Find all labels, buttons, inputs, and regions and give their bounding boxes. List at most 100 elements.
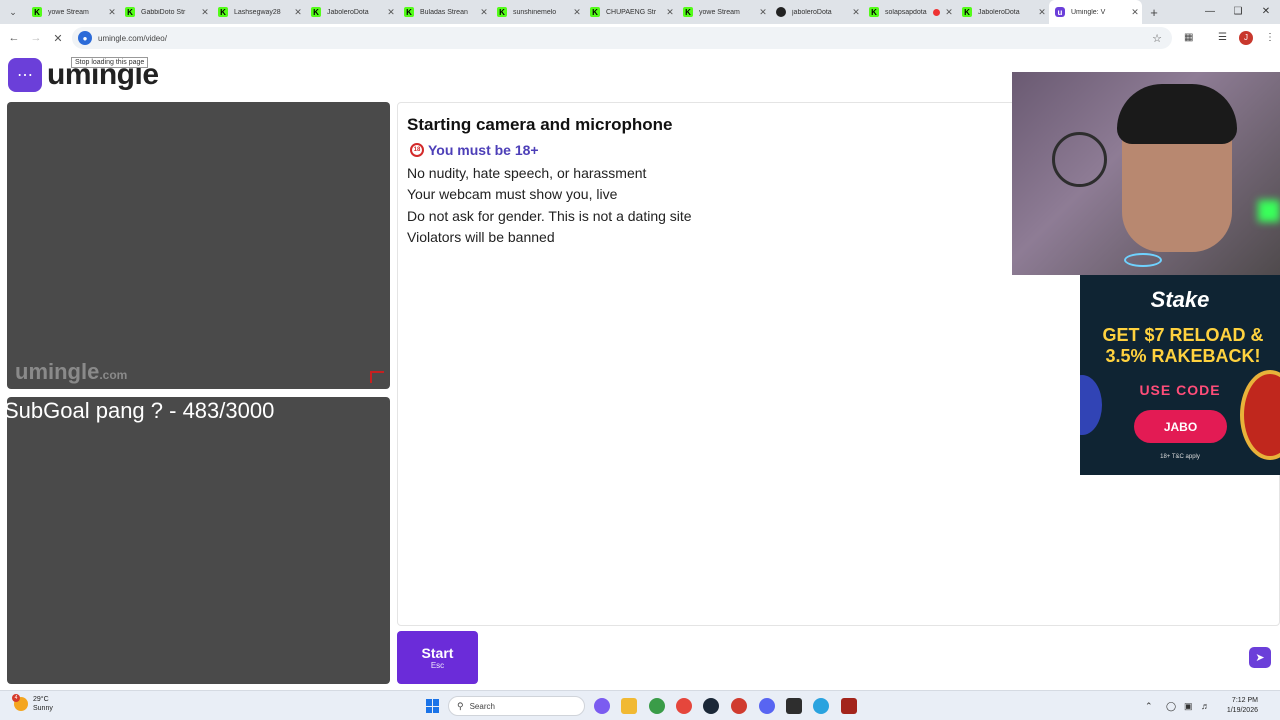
kick-icon: K <box>404 7 414 17</box>
dota-icon[interactable] <box>841 698 857 714</box>
bookmark-star-icon[interactable]: ☆ <box>1152 32 1162 45</box>
watermark-suffix: .com <box>99 368 128 382</box>
chrome-alt-icon[interactable] <box>731 698 747 714</box>
ad-code-button[interactable]: JABO <box>1134 410 1227 443</box>
browser-tab[interactable]: K GabbiDoto Str ✕ <box>119 0 212 24</box>
omnibox[interactable]: ● umingle.com/video/ ☆ <box>72 27 1172 49</box>
browser-tab[interactable]: jaboleroDota ✕ <box>770 0 863 24</box>
ad-fine-print: 18+ T&C apply <box>1160 454 1200 460</box>
taskbar-search-label: Search <box>469 701 495 711</box>
chrome-profile-icon[interactable] <box>649 698 665 714</box>
rule-item: No nudity, hate speech, or harassment <box>407 165 647 181</box>
close-tab-icon[interactable]: ✕ <box>1035 7 1049 18</box>
extensions-icon[interactable]: ▦ <box>1184 24 1193 52</box>
tab-title: JaboleroDota <box>327 8 369 16</box>
clock[interactable]: 7:12 PM 1/19/2026 <box>1218 696 1258 716</box>
chat-bubble-icon: ⋯ <box>8 58 42 92</box>
browser-tab[interactable]: K Lashsegway28 ✕ <box>212 0 305 24</box>
tab-title: Umingle: V <box>1071 8 1106 16</box>
app-icon[interactable] <box>786 698 802 714</box>
close-tab-icon[interactable]: ✕ <box>756 7 770 18</box>
chat-input[interactable] <box>484 631 1280 684</box>
microphone-icon <box>1124 253 1162 267</box>
chrome-icon[interactable] <box>676 698 692 714</box>
report-flag-icon[interactable] <box>370 371 384 383</box>
kick-icon: K <box>311 7 321 17</box>
kick-icon: K <box>125 7 135 17</box>
github-icon <box>776 7 786 17</box>
rule-item: Violators will be banned <box>407 229 555 245</box>
taskbar-search[interactable]: ⚲ Search <box>448 696 585 716</box>
discord-icon[interactable] <box>759 698 775 714</box>
browser-menu-icon[interactable]: ⋮ <box>1265 24 1275 52</box>
volume-icon[interactable]: ♬ <box>1201 691 1210 720</box>
telegram-icon[interactable] <box>813 698 829 714</box>
close-tab-icon[interactable]: ✕ <box>384 7 398 18</box>
ad-brand: Stake <box>1150 287 1210 312</box>
tray-chevron-icon[interactable]: ⌃ <box>1145 691 1153 720</box>
browser-tab[interactable]: Ksunshinemelo ✕ <box>491 0 584 24</box>
restore-icon[interactable]: ❑ <box>1224 0 1252 24</box>
umingle-icon: u <box>1055 7 1065 17</box>
copilot-icon[interactable] <box>594 698 610 714</box>
screen: { "browser": { "tabs": [ {"title": "yowe… <box>0 0 1280 720</box>
site-info-icon[interactable]: ● <box>78 31 92 45</box>
browser-tab[interactable]: K CHUPAENG Str ✕ <box>584 0 677 24</box>
close-tab-icon[interactable]: ✕ <box>663 7 677 18</box>
tab-title: Buladas Strean <box>420 8 468 16</box>
close-tab-icon[interactable]: ✕ <box>105 7 119 18</box>
minimize-icon[interactable]: — <box>1196 0 1224 24</box>
sun-icon: 4 <box>12 694 28 711</box>
stop-loading-icon[interactable]: ✕ <box>47 32 69 45</box>
age-warning-text: You must be 18+ <box>428 142 539 158</box>
search-icon: ⚲ <box>457 700 464 711</box>
browser-tab[interactable]: K JaboleroDota ✕ <box>956 0 1049 24</box>
send-icon[interactable]: ➤ <box>1249 647 1271 668</box>
weather-desc: Sunny <box>33 705 53 712</box>
kick-icon: K <box>962 7 972 17</box>
fan-shape <box>1052 132 1107 187</box>
stop-loading-tooltip: Stop loading this page <box>71 57 149 68</box>
close-tab-icon[interactable]: ✕ <box>1128 7 1142 18</box>
media-controls-icon[interactable]: ☰ <box>1218 24 1227 52</box>
self-video <box>7 397 390 684</box>
tab-search-icon[interactable]: ⌄ <box>0 0 26 24</box>
file-explorer-icon[interactable] <box>621 698 637 714</box>
browser-tab[interactable]: Ksolapsapdota ✕ <box>863 0 956 24</box>
network-icon[interactable]: ▣ <box>1184 691 1193 720</box>
browser-tab[interactable]: K Buladas Strean ✕ <box>398 0 491 24</box>
age-restriction-icon: 18 <box>410 143 424 157</box>
kick-icon: K <box>497 7 507 17</box>
browser-tab[interactable]: Kyowe Stream ✕ <box>677 0 770 24</box>
kick-icon: K <box>683 7 693 17</box>
close-tab-icon[interactable]: ✕ <box>849 7 863 18</box>
browser-tab[interactable]: K JaboleroDota ✕ <box>305 0 398 24</box>
watermark-main: umingle <box>15 359 100 384</box>
tab-list: Kyowe Stream ✕ K GabbiDoto Str ✕ K Lashsegway2… <box>26 0 1142 24</box>
url-text[interactable]: umingle.com/video/ <box>98 34 167 43</box>
new-tab-button[interactable]: + <box>1142 5 1166 20</box>
start-button[interactable]: Start Esc <box>397 631 478 684</box>
weather-widget[interactable]: 4 29°C Sunny <box>12 694 53 713</box>
forward-icon[interactable]: → <box>25 32 47 44</box>
close-tab-icon[interactable]: ✕ <box>198 7 212 18</box>
browser-tab[interactable]: Kyowe Stream ✕ <box>26 0 119 24</box>
start-menu-icon[interactable] <box>426 699 440 713</box>
tab-strip: ⌄ Kyowe Stream ✕ K GabbiDoto Str ✕ K Lashsegwa… <box>0 0 1280 24</box>
microphone-tray-icon[interactable]: ◯ <box>1166 691 1176 720</box>
back-icon[interactable]: ← <box>3 32 25 44</box>
steam-icon[interactable] <box>703 698 719 714</box>
close-tab-icon[interactable]: ✕ <box>477 7 491 18</box>
tab-title: CHUPAENG Str <box>606 8 657 16</box>
window-controls: — ❑ ✕ <box>1196 0 1280 24</box>
stake-ad-banner[interactable]: Stake GET $7 RELOAD & 3.5% RAKEBACK! USE… <box>1080 275 1280 475</box>
tab-title: Lashsegway28 <box>234 8 281 16</box>
profile-avatar[interactable]: J <box>1239 31 1253 45</box>
close-window-icon[interactable]: ✕ <box>1252 0 1280 24</box>
tab-title: solapsapdota <box>885 8 927 16</box>
close-tab-icon[interactable]: ✕ <box>570 7 584 18</box>
close-tab-icon[interactable]: ✕ <box>942 7 956 18</box>
browser-tab[interactable]: u Umingle: V ✕ <box>1049 0 1142 24</box>
weather-temp: 29°C <box>33 696 49 703</box>
close-tab-icon[interactable]: ✕ <box>291 7 305 18</box>
